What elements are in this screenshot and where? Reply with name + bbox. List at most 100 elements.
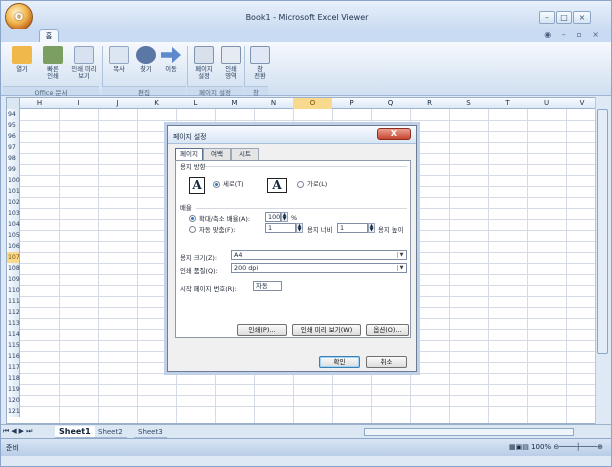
sheet-tab-2[interactable]: Sheet2 [94,426,127,438]
row-header[interactable]: 117 [7,362,20,373]
landscape-label: 가로(L) [307,180,328,188]
row-header[interactable]: 121 [7,406,20,417]
dialog-close-button[interactable]: X [377,128,411,140]
row-header[interactable]: 103 [7,208,20,219]
horizontal-scrollbar[interactable] [364,428,574,436]
select-all-corner[interactable] [7,98,20,109]
column-t[interactable]: T [488,99,527,107]
options-button[interactable]: 옵션(O)... [366,324,409,336]
chevron-down-icon[interactable]: ▼ [397,265,405,271]
title-bar: O Book1 - Microsoft Excel Viewer – □ × [1,1,611,31]
column-q[interactable]: Q [371,99,410,107]
grid-line [20,395,596,396]
column-h[interactable]: H [20,99,59,107]
fit-width-input[interactable]: 1 [265,223,296,233]
minimize-button[interactable]: – [539,11,555,24]
paper-size-select[interactable]: A4 ▼ [231,250,407,260]
row-header[interactable]: 116 [7,351,20,362]
goto-button[interactable]: 이동 [156,46,186,84]
column-r[interactable]: R [410,99,449,107]
sheet-tab-3[interactable]: Sheet3 [134,426,167,438]
column-p[interactable]: P [332,99,371,107]
row-header[interactable]: 106 [7,241,20,252]
row-header[interactable]: 94 [7,109,20,120]
print-area-button[interactable]: 인쇄 영역 [216,46,246,84]
open-button[interactable]: 열기 [7,46,37,84]
restore-button[interactable]: □ [556,11,572,24]
row-header-selected[interactable]: 107 [7,252,20,263]
page-view-icons[interactable]: ▦▣▤ [509,443,531,451]
ok-button[interactable]: 확인 [319,356,360,368]
row-header[interactable]: 120 [7,395,20,406]
dialog-title-bar: 페이지 설정 X [168,126,416,144]
row-header[interactable]: 104 [7,219,20,230]
portrait-radio[interactable] [213,181,220,188]
tab-sheet[interactable]: 시트 [231,148,259,160]
row-header[interactable]: 100 [7,175,20,186]
row-header[interactable]: 112 [7,307,20,318]
sheet-nav-icons[interactable]: ⏮◀▶⏭ [3,427,34,436]
row-header[interactable]: 108 [7,263,20,274]
row-header[interactable]: 110 [7,285,20,296]
row-header[interactable]: 119 [7,384,20,395]
column-m[interactable]: M [215,99,254,107]
switch-window-button[interactable]: 창 전환 [245,46,275,84]
tab-margins[interactable]: 여백 [203,148,231,160]
row-header[interactable]: 109 [7,274,20,285]
adjust-radio[interactable] [189,215,196,222]
tab-home[interactable]: 홈 [39,29,59,43]
scroll-thumb[interactable] [597,109,608,354]
column-k[interactable]: K [137,99,176,107]
vertical-scrollbar[interactable] [595,97,608,424]
column-j[interactable]: J [98,99,137,107]
fit-width-spinner[interactable]: ▲ ▼ [296,223,303,233]
row-header[interactable]: 96 [7,131,20,142]
column-i[interactable]: I [59,99,98,107]
row-header[interactable]: 97 [7,142,20,153]
page-setup-dialog: 페이지 설정 X 페이지 여백 시트 용지 방향 A 세로(T) A 가로(L)… [167,125,417,372]
row-header[interactable]: 115 [7,340,20,351]
column-n[interactable]: N [254,99,293,107]
print-preview-dialog-button[interactable]: 인쇄 미리 보기(W) [292,324,361,336]
sheet-tab-1[interactable]: Sheet1 [55,426,95,438]
row-header[interactable]: 114 [7,329,20,340]
copy-button[interactable]: 복사 [104,46,134,84]
row-header[interactable]: 99 [7,164,20,175]
print-quality-select[interactable]: 200 dpi ▼ [231,263,407,273]
page-setup-button[interactable]: 페이지 설정 [189,46,219,84]
column-l[interactable]: L [176,99,215,107]
column-o-selected[interactable]: O [293,98,332,109]
row-header[interactable]: 111 [7,296,20,307]
row-header[interactable]: 102 [7,197,20,208]
row-header[interactable]: 118 [7,373,20,384]
print-button[interactable]: 인쇄(P)... [237,324,287,336]
row-header[interactable]: 98 [7,153,20,164]
fit-radio[interactable] [189,226,196,233]
help-window-controls[interactable]: ◉ – ▫ × [544,30,603,39]
grid-line [20,384,596,385]
adjust-input[interactable]: 100 [265,212,281,222]
zoom-slider-icons[interactable]: ⊖────┼────⊕ [551,443,603,451]
column-s[interactable]: S [449,99,488,107]
column-u[interactable]: U [527,99,566,107]
column-v[interactable]: V [566,99,596,107]
scaling-label: 배율 [180,204,192,212]
print-preview-button[interactable]: 인쇄 미리 보기 [69,46,99,84]
fit-height-spinner[interactable]: ▲ ▼ [368,223,375,233]
zoom-control[interactable]: ▦▣▤ 100% ⊖────┼────⊕ [509,443,603,451]
cancel-button[interactable]: 취소 [366,356,407,368]
first-page-number-input[interactable]: 자동 [253,281,282,291]
landscape-radio[interactable] [297,181,304,188]
row-header[interactable]: 101 [7,186,20,197]
close-window-button[interactable]: × [573,11,591,24]
ribbon: 열기 빠른 인쇄 인쇄 미리 보기 Office 문서 복사 찾기 이동 편집 … [1,42,611,97]
grid-line [527,109,528,423]
row-header[interactable]: 113 [7,318,20,329]
chevron-down-icon[interactable]: ▼ [397,252,405,258]
adjust-spinner[interactable]: ▲ ▼ [281,212,288,222]
fit-height-input[interactable]: 1 [337,223,368,233]
row-header[interactable]: 105 [7,230,20,241]
quick-print-button[interactable]: 빠른 인쇄 [38,46,68,84]
row-header[interactable]: 95 [7,120,20,131]
adjust-label: 확대/축소 배율(A): [199,215,250,223]
